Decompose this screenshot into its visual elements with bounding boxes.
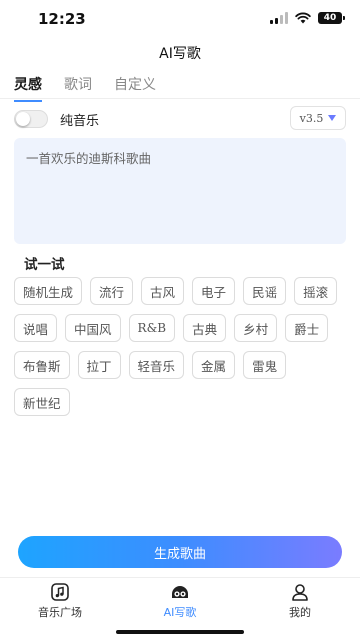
chip-new-age[interactable]: 新世纪: [14, 388, 70, 416]
status-bar: 12:23 40: [0, 0, 360, 38]
status-time: 12:23: [38, 10, 86, 28]
chip-pop[interactable]: 流行: [90, 277, 134, 305]
chip-country[interactable]: 乡村: [234, 314, 278, 342]
pure-music-label: 纯音乐: [60, 114, 100, 129]
bottom-nav: 音乐广场 AI写歌 我的: [0, 577, 360, 621]
chip-rap[interactable]: 说唱: [14, 314, 58, 342]
music-note-icon: [49, 582, 71, 602]
chip-metal[interactable]: 金属: [192, 351, 236, 379]
chip-classical[interactable]: 古典: [183, 314, 227, 342]
tabs-divider: [0, 98, 360, 99]
pure-music-toggle[interactable]: [14, 110, 48, 128]
person-icon: [289, 582, 311, 602]
style-chips: 随机生成 流行 古风 电子 民谣 摇滚 说唱 中国风 R&B 古典 乡村 爵士 …: [14, 277, 344, 416]
nav-item-ai-write[interactable]: AI写歌: [120, 578, 240, 621]
nav-label-ai-write: AI写歌: [163, 606, 197, 619]
chip-rnb[interactable]: R&B: [128, 314, 176, 342]
generate-song-button[interactable]: 生成歌曲: [18, 536, 342, 568]
chip-blues[interactable]: 布鲁斯: [14, 351, 70, 379]
chip-reggae[interactable]: 雷鬼: [243, 351, 287, 379]
home-indicator: [116, 630, 244, 634]
chip-folk[interactable]: 民谣: [243, 277, 287, 305]
version-value: v3.5: [299, 111, 324, 125]
chip-random[interactable]: 随机生成: [14, 277, 83, 305]
nav-label-music-square: 音乐广场: [38, 606, 82, 619]
chip-ancient-style[interactable]: 古风: [141, 277, 185, 305]
prompt-input[interactable]: [14, 138, 346, 244]
toggle-knob: [16, 112, 30, 126]
chip-electronic[interactable]: 电子: [192, 277, 236, 305]
nav-item-music-square[interactable]: 音乐广场: [0, 578, 120, 621]
chip-light-music[interactable]: 轻音乐: [128, 351, 185, 379]
version-select[interactable]: v3.5: [290, 106, 346, 130]
chip-jazz[interactable]: 爵士: [285, 314, 329, 342]
wifi-icon: [295, 12, 311, 24]
battery-icon: 40: [318, 12, 345, 24]
signal-icon: [270, 12, 288, 24]
try-title: 试一试: [24, 257, 65, 273]
chip-chinese-style[interactable]: 中国风: [65, 314, 121, 342]
chip-latin[interactable]: 拉丁: [77, 351, 121, 379]
options-row: 纯音乐 v3.5: [14, 106, 346, 132]
robot-icon: [169, 582, 191, 602]
chip-rock[interactable]: 摇滚: [294, 277, 338, 305]
status-icons: 40: [270, 12, 345, 24]
nav-item-mine[interactable]: 我的: [240, 578, 360, 621]
nav-label-mine: 我的: [289, 606, 311, 619]
dropdown-caret-icon: [328, 115, 337, 121]
page-title: AI写歌: [159, 46, 201, 62]
